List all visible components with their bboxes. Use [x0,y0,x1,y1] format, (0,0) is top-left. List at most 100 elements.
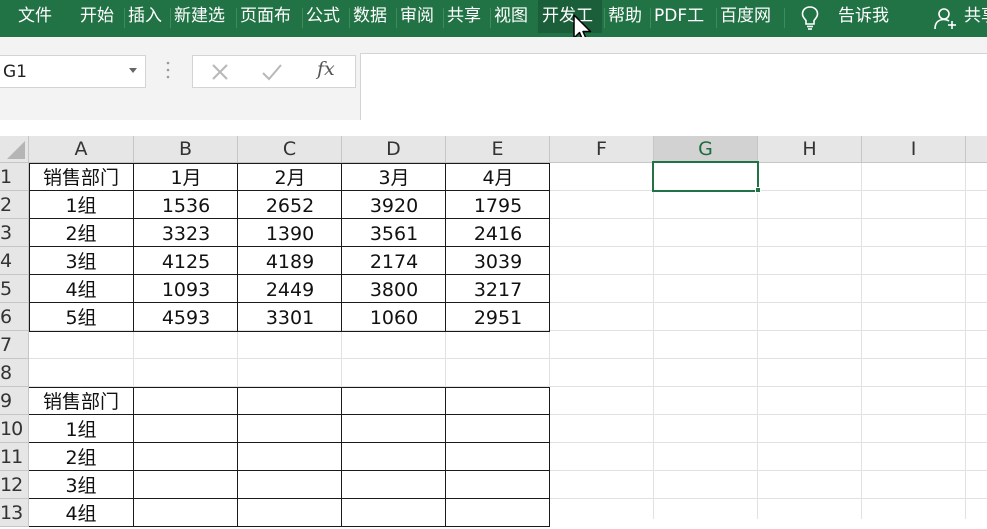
cell-e3[interactable]: 2416 [446,219,550,247]
cell-e1[interactable]: 4月 [446,163,550,191]
cell-e4[interactable]: 3039 [446,247,550,275]
column-header-a[interactable]: A [29,136,134,163]
cell-d6[interactable]: 1060 [342,303,446,331]
row-header-3[interactable]: 3 [0,219,29,247]
tab-formulas[interactable]: 公式 [306,0,346,33]
formula-input[interactable] [360,53,987,121]
cell-b3[interactable]: 3323 [134,219,238,247]
row-header-10[interactable]: 10 [0,415,29,443]
tab-review[interactable]: 审阅 [400,0,440,33]
tab-new-options[interactable]: 新建选 [174,0,234,33]
cell-a9[interactable]: 销售部门 [29,387,133,415]
row-header-6[interactable]: 6 [0,303,29,331]
tab-separator [604,8,605,28]
cell-d4[interactable]: 2174 [342,247,446,275]
cell-b4[interactable]: 4125 [134,247,238,275]
select-all-button[interactable] [0,136,29,163]
column-header-h[interactable]: H [758,136,862,163]
row-header-1[interactable]: 1 [0,163,29,191]
cell-c4[interactable]: 4189 [238,247,342,275]
tab-help[interactable]: 帮助 [608,0,648,33]
column-header-j[interactable] [966,136,987,163]
cell-c6[interactable]: 3301 [238,303,342,331]
column-header-d[interactable]: D [342,136,446,163]
table2-rule [237,387,238,527]
cell-d5[interactable]: 3800 [342,275,446,303]
cell-a4[interactable]: 3组 [29,247,133,275]
tab-file[interactable]: 文件 [0,0,70,33]
cell-a6[interactable]: 5组 [29,303,133,331]
cell-d2[interactable]: 3920 [342,191,446,219]
column-header-i[interactable]: I [862,136,966,163]
cell-c1[interactable]: 2月 [238,163,342,191]
share-person-icon[interactable] [934,7,958,31]
cell-e2[interactable]: 1795 [446,191,550,219]
drag-handle-icon[interactable] [166,60,170,80]
tab-separator [650,8,651,28]
cell-e6[interactable]: 2951 [446,303,550,331]
row-header-12[interactable]: 12 [0,471,29,499]
row-header-13[interactable]: 13 [0,499,29,527]
cell-a11[interactable]: 2组 [29,443,133,471]
cell-b5[interactable]: 1093 [134,275,238,303]
column-header-c[interactable]: C [238,136,342,163]
tab-page-layout[interactable]: 页面布 [240,0,300,33]
cell-a2[interactable]: 1组 [29,191,133,219]
cell-c3[interactable]: 1390 [238,219,342,247]
cell-d1[interactable]: 3月 [342,163,446,191]
cell-b2[interactable]: 1536 [134,191,238,219]
tab-data[interactable]: 数据 [353,0,393,33]
share-button[interactable]: 共享 [964,0,987,32]
tab-pdf-tools[interactable]: PDF工 [654,0,714,33]
selected-cell-g1[interactable] [652,161,759,192]
tab-share[interactable]: 共享 [447,0,487,33]
tab-separator [784,8,785,28]
column-header-f[interactable]: F [550,136,654,163]
tell-me-search[interactable]: 告诉我 [838,0,889,32]
row-header-4[interactable]: 4 [0,247,29,275]
row-header-2[interactable]: 2 [0,191,29,219]
lightbulb-icon[interactable] [800,5,820,31]
gridline [861,163,862,519]
row-header-11[interactable]: 11 [0,443,29,471]
cell-a10[interactable]: 1组 [29,415,133,443]
cell-c2[interactable]: 2652 [238,191,342,219]
tab-home[interactable]: 开始 [80,0,120,33]
cell-c5[interactable]: 2449 [238,275,342,303]
cell-a13[interactable]: 4组 [29,499,133,527]
tab-insert[interactable]: 插入 [128,0,168,33]
column-header-e[interactable]: E [446,136,550,163]
column-header-g[interactable]: G [654,136,758,163]
insert-function-button[interactable]: fx [317,58,347,82]
row-header-7[interactable]: 7 [0,331,29,359]
tab-separator [236,8,237,28]
cell-a5[interactable]: 4组 [29,275,133,303]
name-box[interactable]: G1 [0,55,146,88]
spreadsheet-grid: A B C D E F G H I 1 2 3 4 5 6 7 8 9 10 1… [0,120,987,527]
name-box-value: G1 [3,62,27,82]
cell-a3[interactable]: 2组 [29,219,133,247]
cancel-icon[interactable] [208,60,232,84]
tab-separator [302,8,303,28]
tab-separator [349,8,350,28]
tab-baidu-netdisk[interactable]: 百度网 [720,0,780,33]
cell-d3[interactable]: 3561 [342,219,446,247]
tab-separator [396,8,397,28]
fill-handle[interactable] [755,187,761,193]
tab-separator [490,8,491,28]
enter-check-icon[interactable] [260,60,284,84]
row-header-9[interactable]: 9 [0,387,29,415]
cell-a1[interactable]: 销售部门 [29,163,133,191]
tab-separator [124,8,125,28]
column-header-b[interactable]: B [134,136,238,163]
tab-view[interactable]: 视图 [494,0,534,33]
row-header-8[interactable]: 8 [0,359,29,387]
chevron-down-icon[interactable] [129,68,137,73]
cell-b1[interactable]: 1月 [134,163,238,191]
cell-a12[interactable]: 3组 [29,471,133,499]
table2-rule [341,387,342,527]
formula-bar-area: G1 fx [0,37,987,121]
cell-b6[interactable]: 4593 [134,303,238,331]
cell-e5[interactable]: 3217 [446,275,550,303]
row-header-5[interactable]: 5 [0,275,29,303]
